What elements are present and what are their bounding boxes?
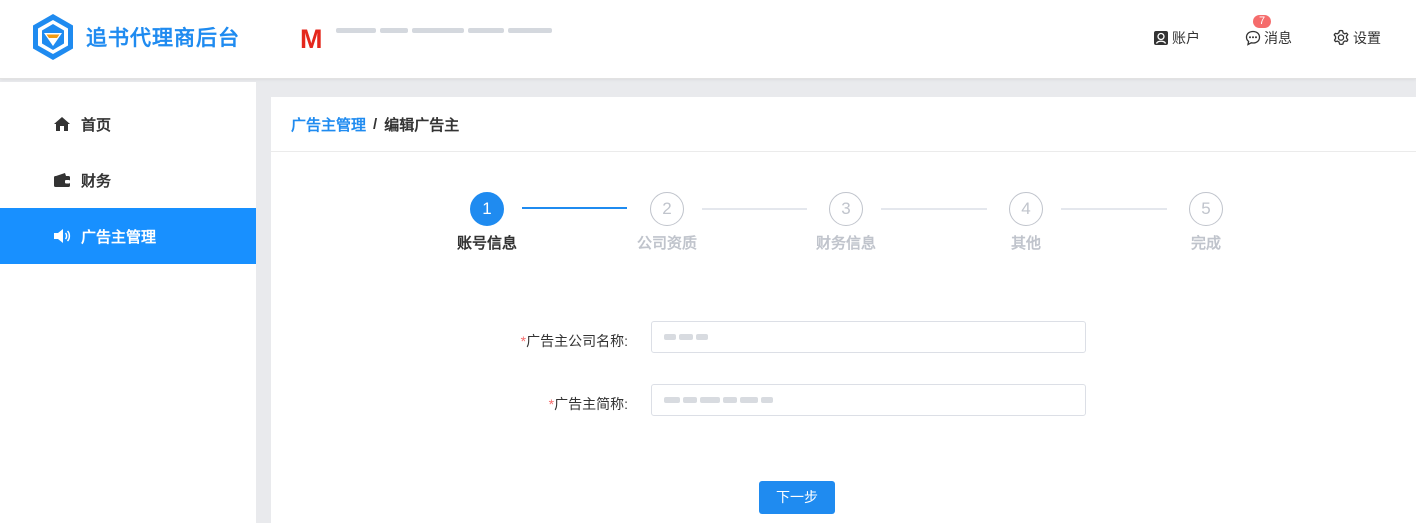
step-label: 账号信息	[456, 235, 517, 252]
company-name-input[interactable]	[651, 321, 1086, 353]
step-connector-4	[1061, 208, 1167, 210]
account-menu[interactable]: 账户	[1153, 28, 1200, 48]
step-number: 2	[650, 192, 684, 226]
account-icon	[1154, 31, 1168, 45]
step-label: 财务信息	[815, 235, 876, 252]
next-step-button[interactable]: 下一步	[759, 481, 835, 514]
sidebar-item-home[interactable]: 首页	[0, 96, 256, 152]
sidebar-item-advertiser-management[interactable]: 广告主管理	[0, 208, 256, 264]
step-label: 其他	[1010, 235, 1041, 252]
sidebar-item-label: 首页	[81, 116, 112, 134]
short-name-input[interactable]	[651, 384, 1086, 416]
sidebar: 首页 财务 广告主管理	[0, 82, 256, 523]
step-number: 3	[829, 192, 863, 226]
messages-badge: 7	[1253, 15, 1271, 28]
short-name-label: *广告主简称:	[328, 394, 628, 414]
step-label: 公司资质	[636, 235, 697, 252]
logo-icon	[33, 14, 73, 60]
company-name-label: *广告主公司名称:	[328, 331, 628, 351]
messages-label: 消息	[1264, 30, 1292, 46]
sidebar-item-finance[interactable]: 财务	[0, 152, 256, 208]
main-panel: 广告主管理 / 编辑广告主	[271, 97, 1416, 523]
messages-menu[interactable]: 消息	[1245, 28, 1292, 48]
breadcrumb-separator: /	[373, 115, 378, 133]
account-label: 账户	[1172, 30, 1200, 46]
short-name-label-text: 广告主简称:	[554, 396, 628, 412]
step-label: 完成	[1190, 235, 1221, 252]
step-connector-2	[702, 208, 807, 210]
sidebar-item-label: 财务	[81, 172, 112, 190]
step-connector-3	[881, 208, 987, 210]
top-header: 追书代理商后台 M 账户 消息 7 设置	[0, 0, 1416, 79]
chat-bubble-icon	[1245, 30, 1261, 46]
short-name-value-blurred	[664, 397, 773, 403]
gear-icon	[1333, 29, 1349, 46]
megaphone-icon	[54, 229, 71, 243]
settings-label: 设置	[1353, 30, 1381, 46]
step-number: 4	[1009, 192, 1043, 226]
breadcrumb-parent-link[interactable]: 广告主管理	[291, 114, 366, 135]
step-connector-1	[522, 207, 627, 209]
step-number: 1	[470, 192, 504, 226]
breadcrumb: 广告主管理 / 编辑广告主	[271, 97, 1416, 152]
wallet-icon	[54, 173, 70, 187]
company-name-value-blurred	[664, 334, 708, 340]
brand-logo: M	[300, 24, 323, 54]
home-icon	[54, 117, 70, 131]
settings-menu[interactable]: 设置	[1332, 28, 1381, 48]
sidebar-item-label: 广告主管理	[81, 228, 157, 246]
app-title: 追书代理商后台	[86, 27, 240, 50]
breadcrumb-current: 编辑广告主	[384, 116, 460, 134]
brand-name-blurred	[336, 24, 552, 36]
step-number: 5	[1189, 192, 1223, 226]
company-name-label-text: 广告主公司名称:	[526, 333, 628, 349]
